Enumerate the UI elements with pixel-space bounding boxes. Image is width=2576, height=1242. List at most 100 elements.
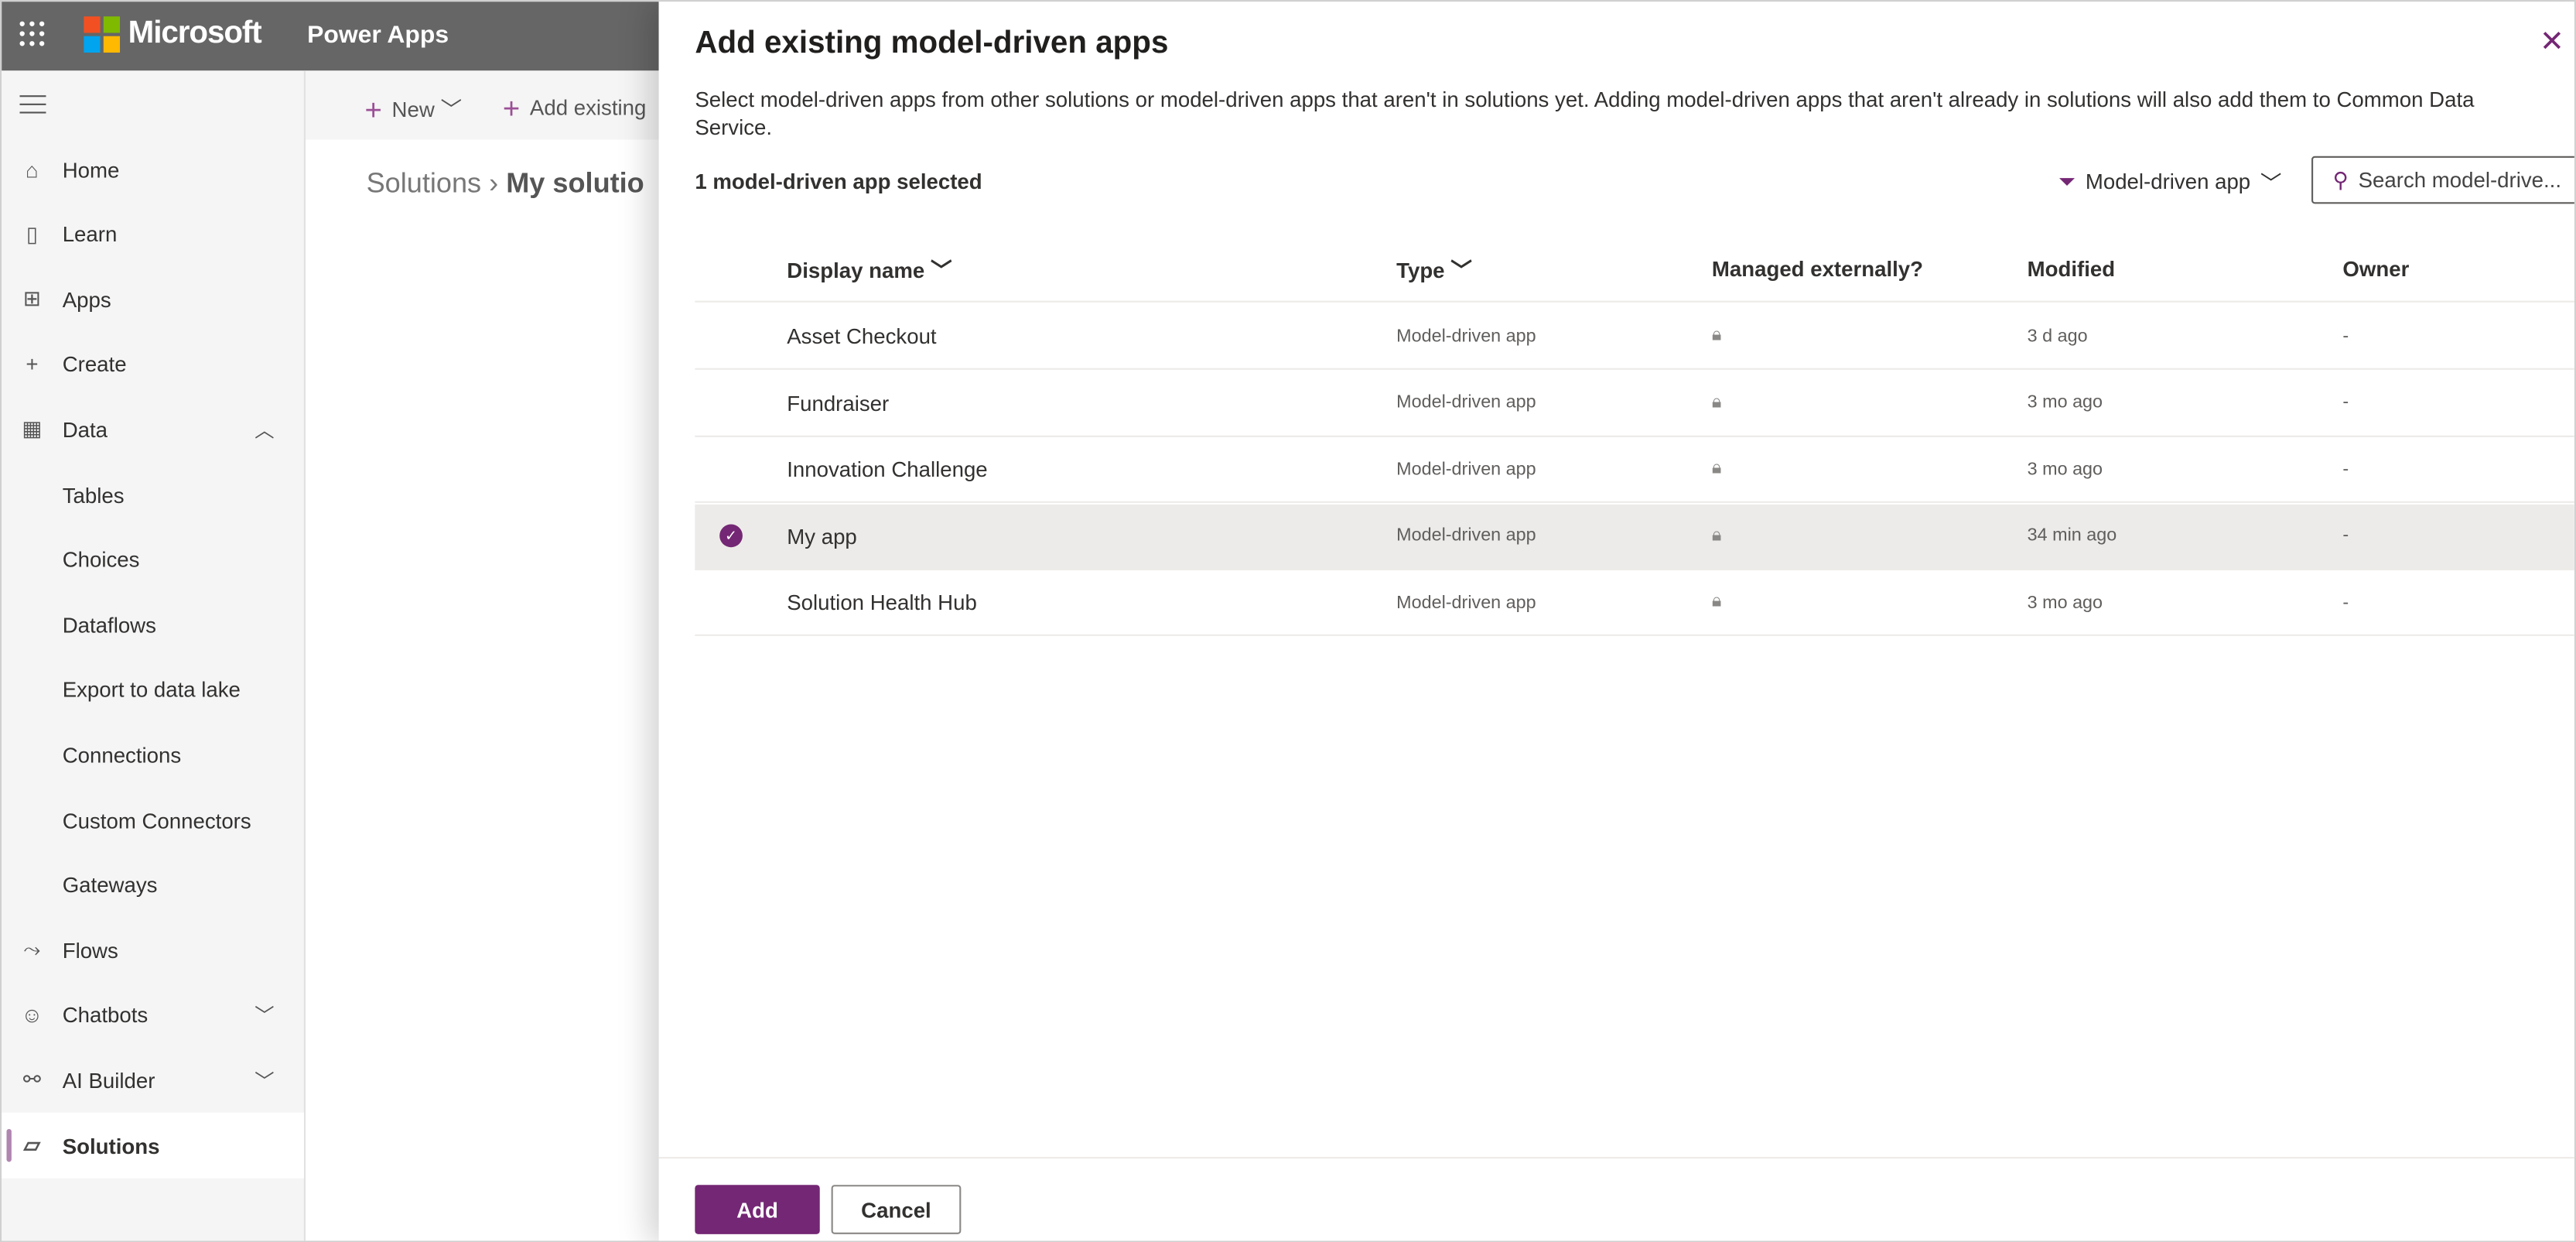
chevron-icon[interactable]: ﹀	[255, 1066, 304, 1094]
app-name: Asset Checkout	[787, 323, 937, 349]
sidebar-item-dataflows[interactable]: Dataflows	[2, 592, 304, 658]
bot-icon: ☺	[21, 1003, 43, 1028]
lock-icon: 🔒︎	[1711, 525, 1722, 546]
sidebar-item-export-to-data-lake[interactable]: Export to data lake	[2, 657, 304, 723]
table-row[interactable]: Fundraiser Model-driven app 🔒︎ 3 mo ago -	[695, 371, 2574, 436]
chevron-down-icon: ﹀	[440, 97, 463, 122]
chevron-icon[interactable]: ︿	[255, 416, 304, 443]
sidebar-item-label: Export to data lake	[62, 677, 241, 703]
app-name[interactable]: Power Apps	[307, 22, 449, 50]
book-icon: ▯	[26, 221, 39, 246]
filter-icon: ⏷	[2058, 168, 2076, 193]
close-icon[interactable]: ✕	[2540, 25, 2564, 60]
sidebar-item-label: Data	[62, 417, 108, 443]
ai-icon: ⚯	[22, 1067, 41, 1092]
column-owner: Owner	[2342, 256, 2410, 282]
panel-description: Select model-driven apps from other solu…	[695, 87, 2475, 140]
hamburger-menu-icon[interactable]	[19, 95, 46, 120]
plus-icon: +	[26, 352, 39, 377]
sidebar-item-label: Connections	[62, 742, 182, 768]
app-type: Model-driven app	[1396, 525, 1536, 546]
chevron-icon[interactable]: ﹀	[255, 1001, 304, 1029]
checkmark-icon[interactable]: ✓	[719, 524, 743, 548]
logo-square	[103, 36, 121, 53]
app-type: Model-driven app	[1396, 392, 1536, 413]
panel-footer: Add Cancel	[658, 1157, 2574, 1240]
sidebar-item-label: Home	[62, 156, 120, 182]
top-bar: Microsoft Power Apps	[2, 2, 659, 71]
modified: 3 mo ago	[2027, 392, 2103, 413]
sidebar-item-learn[interactable]: ▯ Learn	[2, 201, 304, 267]
sidebar-item-solutions[interactable]: ▱ Solutions	[2, 1112, 304, 1179]
sidebar-item-chatbots[interactable]: ☺ Chatbots ﹀	[2, 983, 304, 1049]
sidebar-item-data[interactable]: ▦ Data ︿	[2, 397, 304, 463]
add-existing-button[interactable]: + Add existing	[503, 92, 646, 127]
sidebar-item-label: Tables	[62, 482, 125, 508]
logo-square	[84, 36, 101, 53]
logo-square	[103, 16, 121, 33]
column-display-name[interactable]: Display name ﹀	[787, 253, 951, 284]
add-existing-label: Add existing	[529, 95, 647, 121]
breadcrumb-current: My solutio	[506, 167, 644, 199]
column-type[interactable]: Type ﹀	[1396, 253, 1472, 284]
lock-icon: 🔒︎	[1711, 325, 1722, 345]
table-row[interactable]: Solution Health Hub Model-driven app 🔒︎ 3 m…	[695, 570, 2574, 636]
app-type: Model-driven app	[1396, 592, 1536, 613]
home-icon: ⌂	[26, 156, 39, 182]
sidebar-item-label: Chatbots	[62, 1003, 149, 1028]
app-launcher-icon[interactable]	[19, 21, 46, 48]
lock-icon: 🔒︎	[1711, 392, 1722, 412]
sidebar-item-apps[interactable]: ⊞ Apps	[2, 266, 304, 332]
sidebar-item-label: Solutions	[62, 1133, 160, 1158]
app-type: Model-driven app	[1396, 326, 1536, 347]
owner: -	[2342, 592, 2349, 613]
search-input[interactable]: ⚲ Search model-drive...	[2311, 156, 2574, 204]
sidebar-item-choices[interactable]: Choices	[2, 527, 304, 593]
sidebar-item-flows[interactable]: ⤳ Flows	[2, 917, 304, 983]
sidebar: ⌂ Home ▯ Learn ⊞ Apps + Create ▦ Data ︿ Tables Choic…	[2, 70, 306, 1241]
sidebar-item-gateways[interactable]: Gateways	[2, 852, 304, 918]
sidebar-item-label: Apps	[62, 286, 111, 312]
table-row[interactable]: Asset Checkout Model-driven app 🔒︎ 3 d ago -	[695, 304, 2574, 370]
command-bar: + New ﹀ + Add existing	[306, 70, 659, 140]
owner: -	[2342, 459, 2349, 480]
sidebar-item-label: Choices	[62, 547, 140, 573]
add-button[interactable]: Add	[695, 1185, 820, 1234]
app-name: Solution Health Hub	[787, 590, 977, 615]
sidebar-item-custom-connectors[interactable]: Custom Connectors	[2, 787, 304, 853]
sidebar-item-home[interactable]: ⌂ Home	[2, 136, 304, 202]
column-modified: Modified	[2027, 256, 2116, 282]
table-icon: ▦	[22, 416, 43, 441]
sidebar-item-connections[interactable]: Connections	[2, 722, 304, 788]
sidebar-item-label: Learn	[62, 221, 118, 247]
solutions-icon: ▱	[23, 1132, 41, 1158]
new-button[interactable]: + New ﹀	[364, 92, 462, 128]
brand-name: Microsoft	[128, 16, 262, 51]
search-icon: ⚲	[2332, 166, 2349, 192]
table-row[interactable]: Innovation Challenge Model-driven app 🔒︎ 3 …	[695, 437, 2574, 503]
search-placeholder: Search model-drive...	[2358, 167, 2562, 193]
chevron-down-icon: ﹀	[2260, 170, 2282, 196]
sidebar-item-label: Custom Connectors	[62, 807, 251, 833]
flow-icon: ⤳	[23, 936, 41, 962]
lock-icon: 🔒︎	[1711, 591, 1722, 612]
cancel-button[interactable]: Cancel	[831, 1185, 962, 1234]
lock-icon: 🔒︎	[1711, 458, 1722, 478]
modified: 3 d ago	[2027, 326, 2088, 347]
logo-square	[84, 16, 101, 33]
selected-count: 1 model-driven app selected	[695, 169, 982, 194]
modified: 34 min ago	[2027, 525, 2117, 546]
app-type: Model-driven app	[1396, 459, 1536, 480]
new-label: New	[391, 97, 435, 122]
sidebar-item-ai-builder[interactable]: ⚯ AI Builder ﹀	[2, 1048, 304, 1114]
table-row[interactable]: ✓ My app Model-driven app 🔒︎ 34 min ago -	[695, 503, 2574, 570]
chevron-right-icon: ›	[489, 167, 507, 199]
table-header: Display name ﹀ Type ﹀ Managed externally…	[695, 237, 2574, 303]
owner: -	[2342, 525, 2349, 546]
panel-title: Add existing model-driven apps	[695, 26, 1169, 61]
filter-label: Model-driven app	[2085, 169, 2251, 194]
sidebar-item-tables[interactable]: Tables	[2, 462, 304, 528]
breadcrumb-solutions[interactable]: Solutions	[367, 168, 482, 199]
sidebar-item-create[interactable]: + Create	[2, 332, 304, 398]
type-filter-dropdown[interactable]: ⏷ Model-driven app ﹀	[2058, 166, 2282, 197]
